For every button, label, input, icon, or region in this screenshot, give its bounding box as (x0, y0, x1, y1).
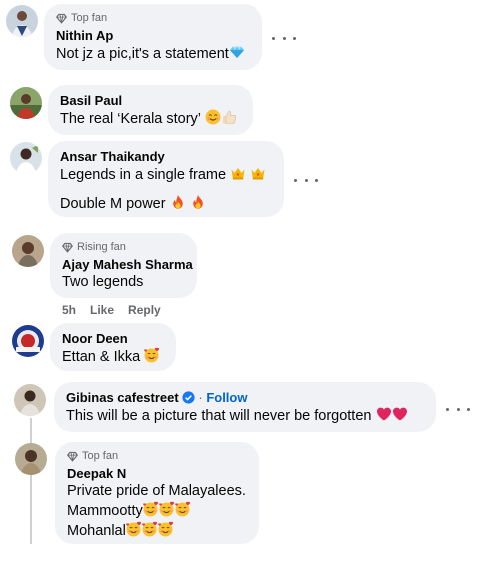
comment-bubble: Basil Paul The real ‘Kerala story’ (48, 85, 253, 135)
diamond-icon (67, 451, 78, 462)
top-fan-badge: Top fan (67, 449, 247, 463)
commenter-name[interactable]: Nithin Ap (56, 27, 250, 44)
comment-bubble: Gibinas cafestreet · Follow This will be… (54, 382, 436, 432)
more-options-button[interactable] (446, 403, 470, 415)
comment-bubble: Ansar Thaikandy Legends in a single fram… (48, 141, 284, 217)
follow-button[interactable]: Follow (206, 390, 247, 405)
commenter-name[interactable]: Noor Deen (62, 330, 164, 347)
avatar[interactable] (12, 235, 44, 267)
comment-bubble: Top fan Deepak N Private pride of Malaya… (55, 442, 259, 544)
gem-icon (229, 44, 245, 60)
smiling-hearts-icon (126, 521, 142, 537)
smiling-hearts-icon (158, 521, 174, 537)
diamond-icon (62, 242, 73, 253)
avatar[interactable] (10, 87, 42, 119)
smiling-hearts-icon (159, 501, 175, 517)
commenter-name[interactable]: Ansar Thaikandy (60, 148, 272, 165)
avatar[interactable] (15, 443, 47, 475)
commenter-name[interactable]: Ajay Mahesh Sharma (62, 256, 193, 273)
smiling-hearts-icon (142, 521, 158, 537)
comment-text: The real ‘Kerala story’ (60, 109, 241, 129)
comment-text: Ettan & Ikka (62, 347, 164, 367)
avatar[interactable] (12, 325, 44, 357)
avatar[interactable] (14, 384, 46, 416)
like-button[interactable]: Like (90, 303, 114, 317)
fire-icon (190, 194, 206, 210)
thread-connector (30, 418, 32, 544)
comment-text-line: Legends in a single frame (60, 165, 272, 185)
reply-button[interactable]: Reply (128, 303, 161, 317)
smiling-face-icon (205, 109, 221, 125)
crown-icon (230, 165, 246, 181)
avatar[interactable] (6, 5, 38, 37)
separator-dot: · (198, 390, 203, 405)
fire-icon (170, 194, 186, 210)
more-options-button[interactable] (294, 174, 318, 186)
commenter-name[interactable]: Gibinas cafestreet (66, 390, 179, 405)
comment-bubble: Top fan Nithin Ap Not jz a pic,it's a st… (44, 4, 262, 70)
comment-text-line: Double M power (60, 194, 272, 214)
top-fan-badge: Top fan (56, 11, 250, 25)
commenter-header: Gibinas cafestreet · Follow (66, 389, 424, 406)
commenter-name[interactable]: Basil Paul (60, 92, 241, 109)
smiling-hearts-icon (143, 501, 159, 517)
commenter-name[interactable]: Deepak N (67, 465, 247, 482)
comment-text-line: Private pride of Malayalees. (67, 483, 246, 499)
comment-bubble: Noor Deen Ettan & Ikka (50, 323, 176, 371)
comment-actions: 5h Like Reply (62, 303, 161, 317)
red-heart-icon (392, 406, 408, 422)
comment-timestamp[interactable]: 5h (62, 303, 76, 317)
thumbs-up-icon (221, 109, 237, 125)
smiling-hearts-icon (144, 347, 160, 363)
comment-text-line: Mohanlal (67, 521, 247, 541)
comment-text-line: Mammootty (67, 501, 247, 521)
more-options-button[interactable] (272, 32, 296, 44)
smiling-hearts-icon (175, 501, 191, 517)
comment-text: Two legends (62, 274, 144, 290)
avatar[interactable] (10, 142, 42, 174)
diamond-icon (56, 13, 67, 24)
rising-fan-badge: Rising fan (62, 240, 185, 254)
comment-text: This will be a picture that will never b… (66, 406, 424, 426)
crown-icon (250, 165, 266, 181)
comment-bubble: Rising fan Ajay Mahesh Sharma Two legend… (50, 233, 197, 298)
comment-text: Not jz a pic,it's a statement (56, 44, 250, 64)
red-heart-icon (376, 406, 392, 422)
verified-badge-icon (182, 391, 195, 404)
